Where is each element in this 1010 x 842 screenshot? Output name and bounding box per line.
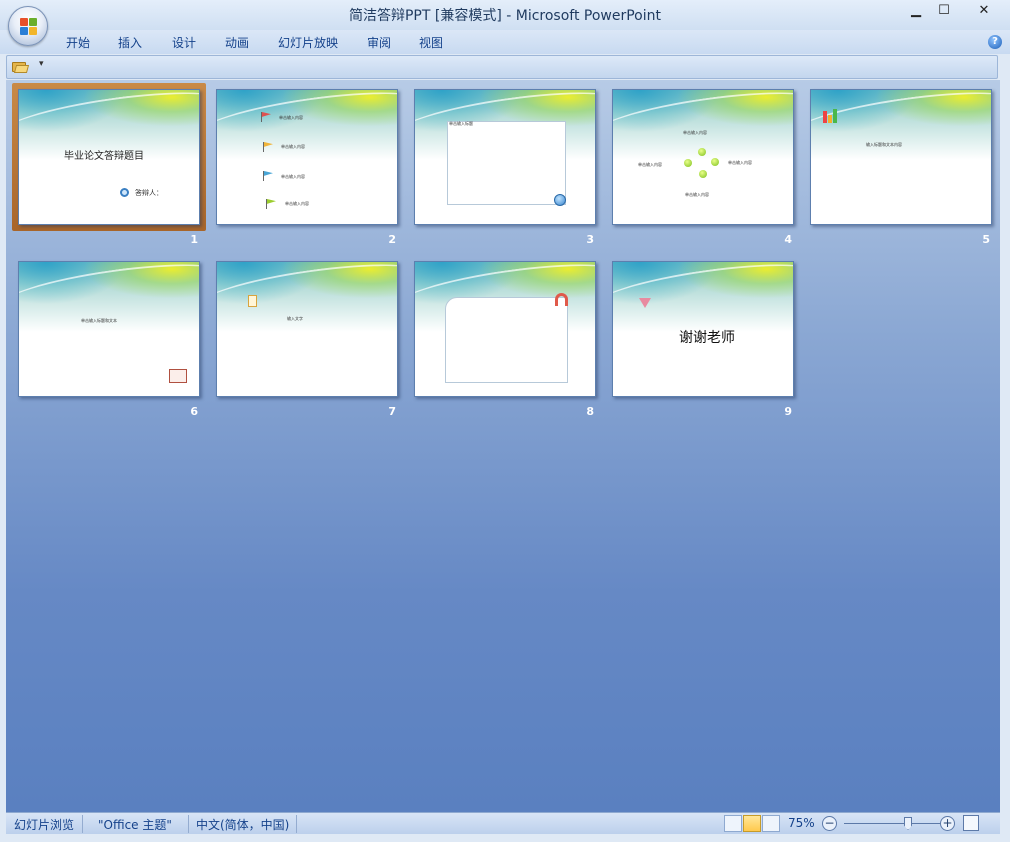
slide-thumbnail-9[interactable]: 谢谢老师 9 (612, 261, 794, 418)
arrow-left-icon (684, 159, 692, 167)
content-placeholder (445, 297, 568, 383)
slide-number: 6 (190, 405, 198, 418)
slide-number: 7 (388, 405, 396, 418)
slide-thumbnail-4[interactable]: 单击输入内容 单击输入内容 单击输入内容 单击输入内容 4 (612, 89, 794, 246)
slide-text: 单击输入内容 (685, 192, 709, 197)
window-title: 简洁答辩PPT [兼容模式] - Microsoft PowerPoint (348, 8, 661, 24)
arrow-right-icon (711, 158, 719, 166)
view-mode-label: 幻灯片浏览 (14, 818, 75, 832)
zoom-slider-track[interactable] (844, 823, 944, 824)
tab-animations[interactable]: 动画 (225, 34, 249, 51)
document-icon (248, 295, 257, 307)
slide-sorter-view-button[interactable] (743, 815, 761, 832)
customize-qat-button[interactable]: ▾ (39, 59, 44, 69)
globe-icon (554, 194, 566, 206)
slide-thumbnail-2[interactable]: 单击输入内容 单击输入内容 单击输入内容 单击输入内容 2 (216, 89, 398, 246)
normal-view-button[interactable] (724, 815, 742, 832)
slide-number: 5 (982, 233, 990, 246)
slide-thumbnail-7[interactable]: 输入文字 7 (216, 261, 398, 418)
close-button[interactable]: ✕ (964, 0, 1004, 22)
slide-text: 单击输入标题 (449, 121, 473, 126)
magnet-icon (555, 293, 568, 306)
slide-number: 9 (784, 405, 792, 418)
slide-text: 输入文字 (287, 316, 303, 321)
office-logo-icon (20, 18, 38, 36)
slide-text: 单击输入内容 (683, 130, 707, 135)
bar-chart-icon (823, 107, 839, 123)
arrow-down-icon (699, 170, 707, 178)
slide-number: 2 (388, 233, 396, 246)
quick-access-toolbar: ▾ (6, 55, 998, 79)
slide-text: 单击输入内容 (728, 160, 752, 165)
slide-number: 8 (586, 405, 594, 418)
slideshow-view-button[interactable] (762, 815, 780, 832)
slide-thumbnail-8[interactable]: 8 (414, 261, 596, 418)
content-placeholder (447, 121, 566, 205)
magnifier-icon (120, 188, 129, 197)
slide-subtitle: 答辩人： (135, 189, 163, 197)
theme-label[interactable]: "Office 主题" (98, 816, 172, 833)
tab-view[interactable]: 视图 (419, 34, 443, 51)
zoom-in-button[interactable]: + (940, 816, 955, 831)
tab-review[interactable]: 审阅 (367, 34, 391, 51)
slide-thumbnail-6[interactable]: 单击输入标题和文本 6 (18, 261, 200, 418)
slide-thumbnail-1[interactable]: 毕业论文答辩题目 答辩人： 1 (12, 83, 206, 246)
help-icon[interactable]: ? (988, 35, 1002, 49)
slide-text: 单击输入内容 (281, 174, 305, 179)
green-flag-icon (267, 199, 276, 204)
maximize-button[interactable]: ☐ (930, 0, 958, 22)
office-button[interactable] (8, 6, 48, 46)
zoom-out-button[interactable]: − (822, 816, 837, 831)
slide-thumbnail-5[interactable]: 输入标题和文本内容 5 (810, 89, 992, 246)
slide-title: 谢谢老师 (679, 330, 735, 346)
slide-text: 输入标题和文本内容 (866, 142, 902, 147)
zoom-slider-thumb[interactable] (904, 817, 912, 830)
tab-home[interactable]: 开始 (66, 34, 90, 51)
open-folder-icon[interactable] (12, 60, 30, 73)
slide-number: 4 (784, 233, 792, 246)
slide-title: 毕业论文答辩题目 (64, 151, 144, 162)
language-label[interactable]: 中文(简体，中国) (196, 816, 289, 833)
slide-text: 单击输入内容 (285, 201, 309, 206)
slide-number: 1 (190, 233, 198, 246)
title-bar: 简洁答辩PPT [兼容模式] - Microsoft PowerPoint ▁ … (0, 0, 1010, 30)
presentation-board-icon (169, 369, 187, 383)
slide-text: 单击输入内容 (279, 115, 303, 120)
slide-number: 3 (586, 233, 594, 246)
zoom-level[interactable]: 75% (788, 816, 815, 830)
slide-sorter-pane: 毕业论文答辩题目 答辩人： 1 单击输入内容 单击输入内容 单击输入内容 单击输… (6, 80, 1000, 812)
ribbon-tabs: 开始 插入 设计 动画 幻灯片放映 审阅 视图 ? (0, 30, 1010, 54)
status-bar: 幻灯片浏览 "Office 主题" 中文(简体，中国) 75% − + (6, 812, 1000, 834)
blue-flag-icon (264, 171, 273, 176)
slide-thumbnail-3[interactable]: 单击输入标题 3 (414, 89, 596, 246)
tab-insert[interactable]: 插入 (118, 34, 142, 51)
fit-to-window-icon[interactable] (963, 815, 979, 831)
minimize-button[interactable]: ▁ (902, 0, 930, 22)
tab-design[interactable]: 设计 (172, 34, 196, 51)
arrow-up-icon (698, 148, 706, 156)
slide-text: 单击输入内容 (638, 162, 662, 167)
slide-text: 单击输入标题和文本 (81, 318, 117, 323)
slide-text: 单击输入内容 (281, 144, 305, 149)
tab-slideshow[interactable]: 幻灯片放映 (278, 34, 338, 51)
